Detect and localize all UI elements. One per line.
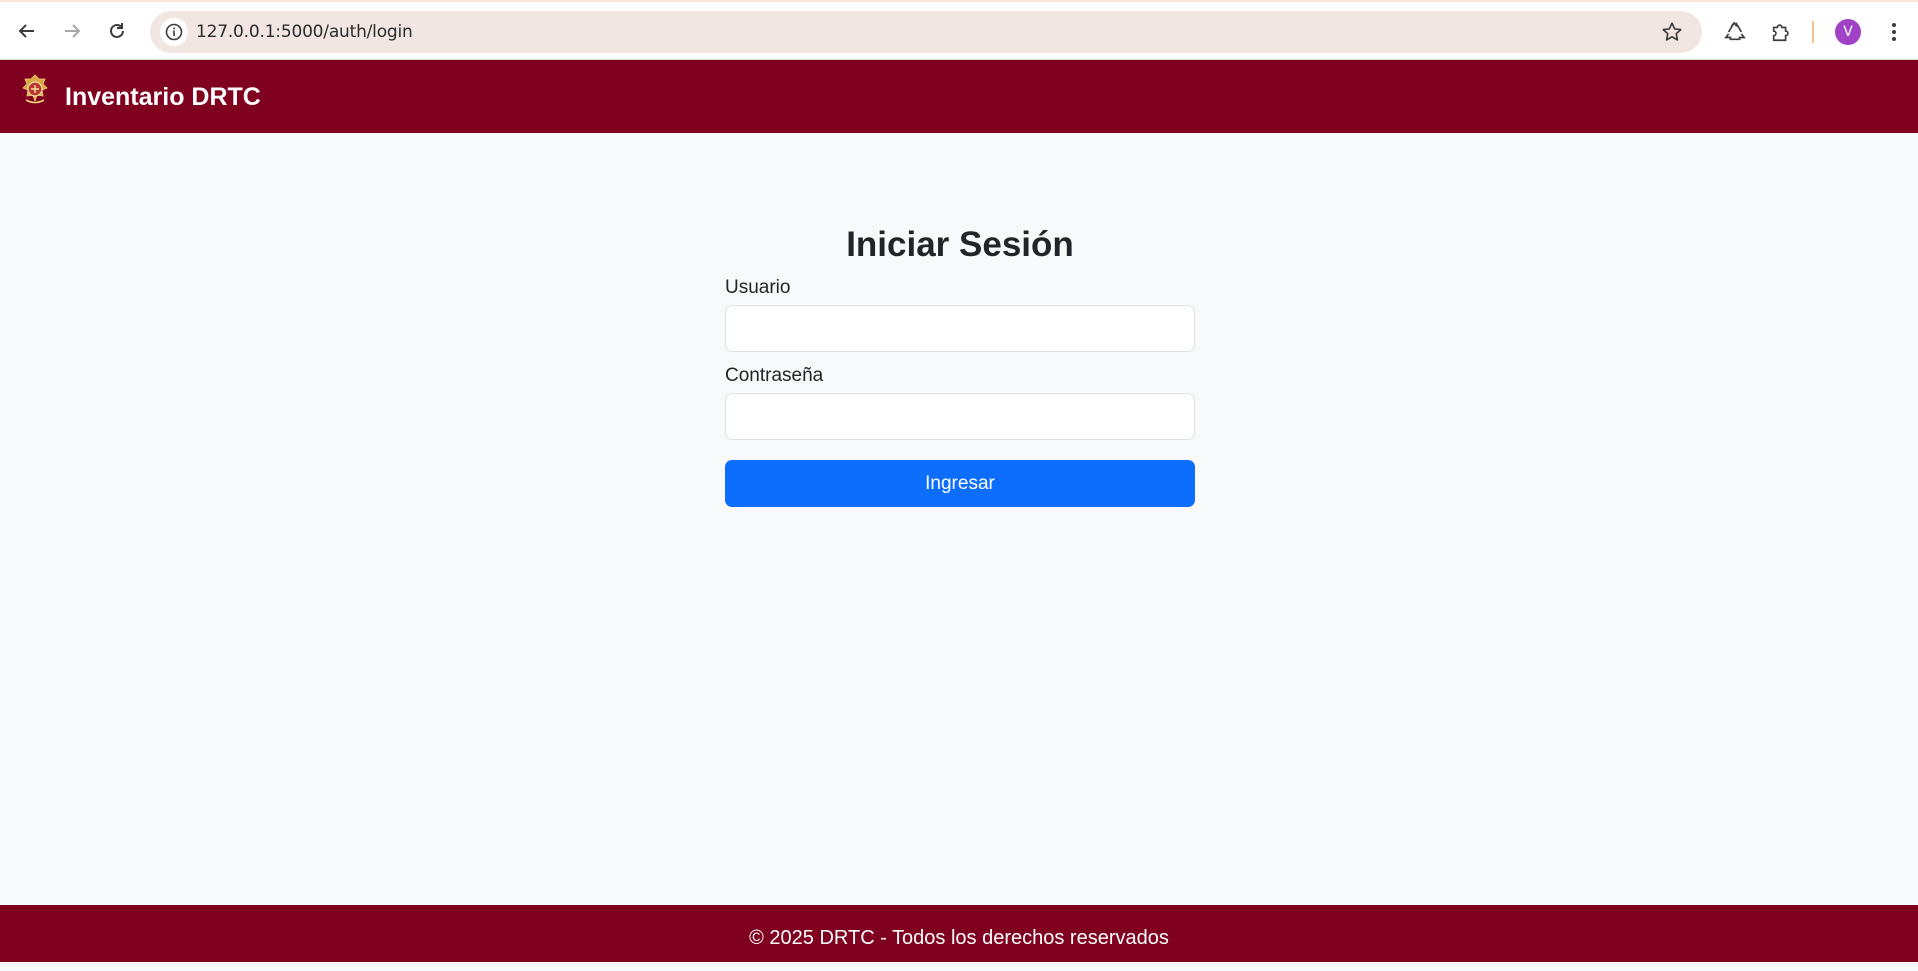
password-field[interactable]	[725, 393, 1195, 440]
arrow-right-icon	[65, 24, 81, 38]
puzzle-icon	[1772, 24, 1789, 42]
site-info-button[interactable]	[160, 18, 188, 46]
bookmark-button[interactable]	[1660, 20, 1684, 44]
browser-toolbar: 127.0.0.1:5000/auth/login V	[0, 0, 1918, 60]
username-field[interactable]	[725, 305, 1195, 352]
app-navbar: Inventario DRTC	[0, 60, 1918, 133]
extensions-button[interactable]	[1766, 17, 1796, 47]
login-form: Iniciar Sesión Usuario Contraseña Ingres…	[725, 220, 1195, 507]
password-label: Contraseña	[725, 365, 824, 386]
profile-avatar[interactable]: V	[1835, 19, 1861, 45]
star-icon	[1662, 22, 1682, 41]
crest-logo-icon	[22, 74, 48, 104]
page-title: Iniciar Sesión	[846, 225, 1074, 264]
reload-button[interactable]	[100, 14, 134, 48]
forward-button[interactable]	[55, 14, 89, 48]
brand-title[interactable]: Inventario DRTC	[65, 60, 261, 134]
login-submit-button[interactable]: Ingresar	[725, 460, 1195, 507]
footer-text: © 2025 DRTC - Todos los derechos reserva…	[749, 927, 1169, 949]
url-text[interactable]: 127.0.0.1:5000/auth/login	[196, 11, 413, 53]
password-group: Contraseña	[725, 364, 1195, 440]
arrow-left-icon	[18, 24, 34, 38]
recycle-button[interactable]	[1720, 17, 1750, 47]
info-icon	[165, 23, 183, 41]
kebab-menu-icon	[1892, 23, 1896, 41]
browser-menu-button[interactable]	[1879, 17, 1909, 47]
app-footer: © 2025 DRTC - Todos los derechos reserva…	[0, 905, 1918, 962]
username-label: Usuario	[725, 277, 791, 298]
recycle-icon	[1724, 21, 1746, 41]
toolbar-divider	[1812, 21, 1814, 43]
back-button[interactable]	[10, 14, 44, 48]
address-bar[interactable]: 127.0.0.1:5000/auth/login	[150, 11, 1702, 53]
reload-icon	[110, 23, 124, 38]
